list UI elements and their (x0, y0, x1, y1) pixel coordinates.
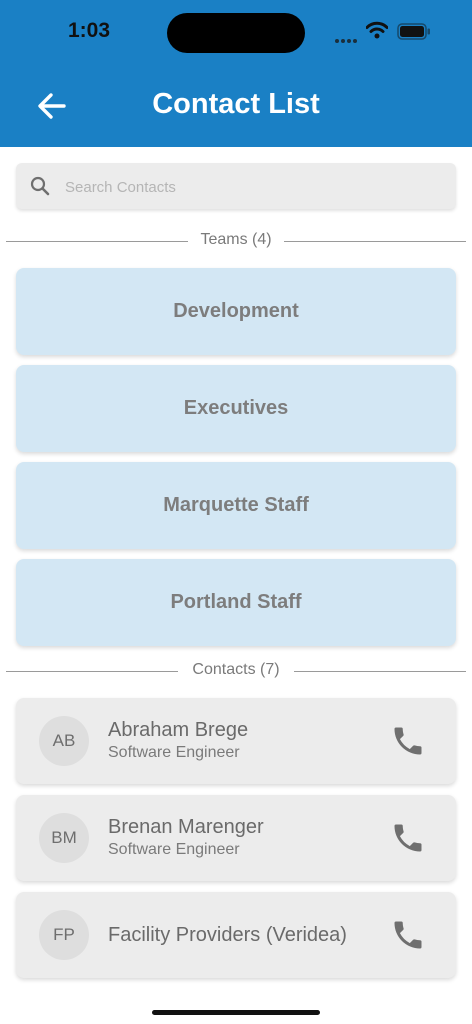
app-header: 1:03 Contact List (0, 0, 472, 147)
cellular-signal-icon (335, 30, 359, 48)
contact-name: Abraham Brege (108, 719, 249, 741)
team-card-portland-staff[interactable]: Portland Staff (16, 559, 456, 646)
team-card-executives[interactable]: Executives (16, 365, 456, 452)
contacts-section-label: Contacts (7) (192, 661, 280, 678)
battery-icon (397, 23, 430, 40)
phone-icon[interactable] (390, 723, 426, 759)
contact-role: Software Engineer (108, 744, 240, 761)
contact-card[interactable]: BM Brenan Marenger Software Engineer (16, 795, 456, 881)
search-bar[interactable] (16, 163, 456, 211)
teams-divider: Teams (4) (6, 231, 466, 251)
search-input[interactable] (63, 163, 447, 211)
phone-icon[interactable] (390, 917, 426, 953)
wifi-icon (366, 21, 388, 39)
contact-card[interactable]: AB Abraham Brege Software Engineer (16, 698, 456, 784)
contact-name: Brenan Marenger (108, 816, 264, 838)
home-indicator[interactable] (152, 1010, 320, 1015)
status-time: 1:03 (68, 19, 111, 42)
contacts-divider: Contacts (7) (6, 661, 466, 681)
avatar: BM (39, 813, 89, 863)
dynamic-island (167, 13, 305, 53)
search-icon (30, 176, 50, 196)
avatar: AB (39, 716, 89, 766)
avatar: FP (39, 910, 89, 960)
phone-icon[interactable] (390, 820, 426, 856)
team-card-development[interactable]: Development (16, 268, 456, 355)
page-title: Contact List (152, 88, 320, 120)
team-card-marquette-staff[interactable]: Marquette Staff (16, 462, 456, 549)
contact-card[interactable]: FP Facility Providers (Veridea) (16, 892, 456, 978)
teams-section-label: Teams (4) (200, 231, 272, 248)
contact-role: Software Engineer (108, 841, 240, 858)
contact-name: Facility Providers (Veridea) (108, 924, 347, 946)
